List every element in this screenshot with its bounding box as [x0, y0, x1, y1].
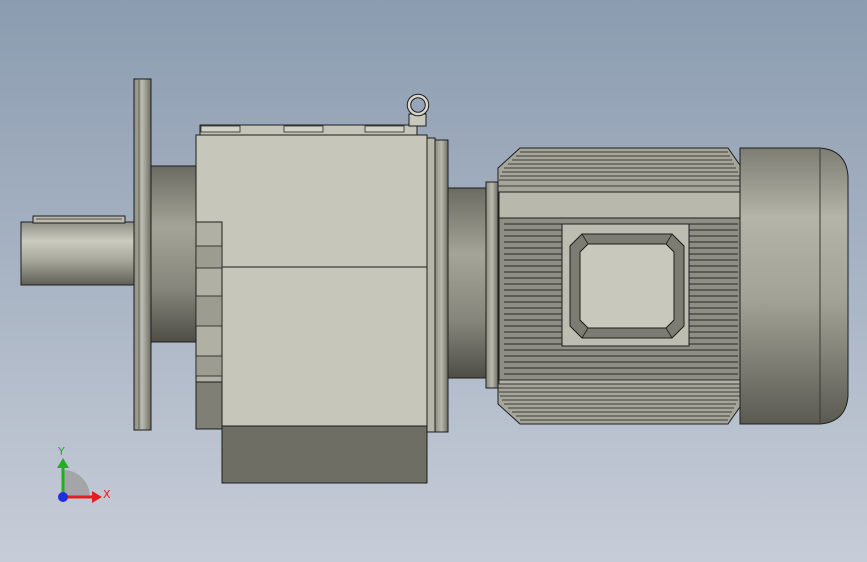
gearbox-housing[interactable] — [195, 124, 428, 484]
terminal-box[interactable] — [561, 223, 690, 347]
motor-flange-ring[interactable] — [485, 181, 499, 389]
output-shaft[interactable] — [20, 215, 136, 286]
x-axis-label: X — [103, 488, 111, 501]
gear-motor-model[interactable]: Y X — [0, 0, 867, 562]
coupling-neck[interactable] — [447, 187, 489, 379]
mounting-flange[interactable] — [133, 78, 152, 431]
z-axis-dot — [58, 492, 68, 502]
gearbox-seal-ring[interactable] — [426, 137, 449, 433]
cad-3d-viewport[interactable]: Y X — [0, 0, 867, 562]
y-axis-label: Y — [57, 445, 65, 458]
flange-hub[interactable] — [150, 165, 198, 343]
fan-cover[interactable] — [739, 147, 849, 425]
